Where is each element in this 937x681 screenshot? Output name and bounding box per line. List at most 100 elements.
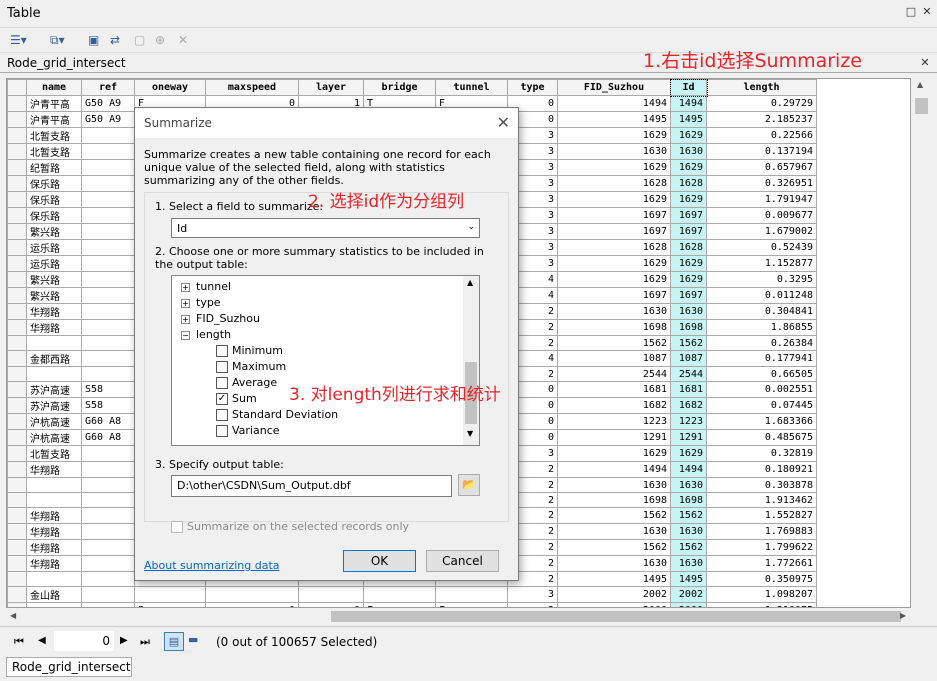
statistic-option[interactable]: Average <box>216 376 277 389</box>
table-cell[interactable]: 1630 <box>670 303 707 320</box>
table-cell[interactable]: 运乐路 <box>26 239 82 256</box>
column-header[interactable]: name <box>26 79 82 96</box>
table-cell[interactable]: G60 A8 <box>81 429 135 446</box>
table-cell[interactable]: 1629 <box>670 255 707 272</box>
statistic-option[interactable]: Variance <box>216 424 280 437</box>
expand-icon[interactable]: + <box>181 298 190 308</box>
table-cell[interactable] <box>81 477 135 493</box>
table-cell[interactable]: 0.32819 <box>706 445 817 462</box>
table-tab-title[interactable]: Rode_grid_intersect <box>7 56 126 70</box>
table-cell[interactable]: 1697 <box>670 207 707 224</box>
statistic-checkbox[interactable]: ✓ <box>216 393 228 405</box>
table-cell[interactable]: 金山路 <box>26 586 82 603</box>
table-cell[interactable]: 1629 <box>670 127 707 144</box>
table-cell[interactable] <box>81 191 135 208</box>
table-cell[interactable]: 1697 <box>557 287 671 304</box>
table-cell[interactable]: 2002 <box>557 586 671 603</box>
table-cell[interactable]: 0.011248 <box>706 287 817 304</box>
tree-scroll-up-icon[interactable]: ▲ <box>467 278 473 287</box>
collapse-icon[interactable]: − <box>181 330 190 340</box>
table-cell[interactable]: 1630 <box>557 477 671 493</box>
table-cell[interactable]: 1629 <box>670 159 707 176</box>
table-cell[interactable]: G50 A9 <box>81 111 135 128</box>
table-cell[interactable] <box>81 523 135 540</box>
table-cell[interactable]: 1697 <box>557 223 671 240</box>
row-selector[interactable] <box>7 461 27 478</box>
row-selector[interactable] <box>7 159 27 176</box>
table-cell[interactable]: 1562 <box>670 507 707 524</box>
folder-icon[interactable]: 📂 <box>458 474 480 496</box>
table-cell[interactable]: 1562 <box>557 539 671 556</box>
table-cell[interactable]: 华翔路 <box>26 461 82 478</box>
scroll-right-icon[interactable]: ▶ <box>900 611 906 620</box>
clear-selection-icon[interactable]: ▢ <box>134 32 145 49</box>
table-cell[interactable]: 沪杭高速 <box>26 429 82 446</box>
table-cell[interactable] <box>298 586 364 603</box>
row-selector[interactable] <box>7 539 27 556</box>
next-record-icon[interactable]: ▶ <box>120 635 128 646</box>
table-cell[interactable]: 0.137194 <box>706 143 817 160</box>
column-header[interactable]: type <box>507 79 558 96</box>
table-cell[interactable]: 1629 <box>670 191 707 208</box>
table-cell[interactable] <box>81 239 135 256</box>
table-cell[interactable]: 1.552827 <box>706 507 817 524</box>
table-cell[interactable]: 运乐路 <box>26 255 82 272</box>
row-selector[interactable] <box>7 381 27 398</box>
expand-icon[interactable]: + <box>181 314 190 324</box>
row-selector[interactable] <box>7 255 27 272</box>
table-cell[interactable]: 保乐路 <box>26 207 82 224</box>
table-cell[interactable]: 1494 <box>670 461 707 478</box>
table-cell[interactable]: 0.177941 <box>706 350 817 367</box>
table-cell[interactable]: 苏沪高速 <box>26 381 82 398</box>
table-cell[interactable] <box>81 539 135 556</box>
column-header[interactable]: ref <box>81 79 135 96</box>
row-selector[interactable] <box>7 429 27 446</box>
table-cell[interactable]: 1562 <box>670 335 707 351</box>
table-cell[interactable]: 1629 <box>557 255 671 272</box>
table-cell[interactable] <box>435 586 508 603</box>
table-cell[interactable]: 1697 <box>670 287 707 304</box>
table-cell[interactable] <box>26 477 82 493</box>
table-cell[interactable]: 保乐路 <box>26 175 82 192</box>
column-header[interactable]: tunnel <box>435 79 508 96</box>
vertical-scrollbar[interactable]: ▲ <box>913 78 930 608</box>
table-cell[interactable] <box>81 207 135 224</box>
row-selector[interactable] <box>7 223 27 240</box>
table-cell[interactable] <box>81 492 135 508</box>
table-cell[interactable]: 0.180921 <box>706 461 817 478</box>
column-header[interactable]: length <box>706 79 817 96</box>
table-cell[interactable] <box>81 255 135 272</box>
table-cell[interactable]: 1630 <box>670 523 707 540</box>
statistic-option[interactable]: Minimum <box>216 344 283 357</box>
table-cell[interactable]: 繁兴路 <box>26 287 82 304</box>
selected-only-option[interactable]: Summarize on the selected records only <box>171 520 409 533</box>
ok-button[interactable]: OK <box>343 550 416 572</box>
table-cell[interactable]: 1494 <box>557 461 671 478</box>
row-selector[interactable] <box>7 413 27 430</box>
about-summarizing-link[interactable]: About summarizing data <box>144 559 280 572</box>
table-cell[interactable]: 1.791947 <box>706 191 817 208</box>
table-cell[interactable]: S58 <box>81 397 135 414</box>
last-record-icon[interactable]: ⏭ <box>140 635 150 649</box>
show-all-records-icon[interactable]: ▤ <box>164 632 184 651</box>
table-cell[interactable]: 1562 <box>557 507 671 524</box>
table-cell[interactable]: 1630 <box>670 477 707 493</box>
row-selector[interactable] <box>7 111 27 128</box>
row-selector[interactable] <box>7 523 27 540</box>
table-cell[interactable]: 0.26384 <box>706 335 817 351</box>
table-cell[interactable]: 1494 <box>557 95 671 112</box>
table-row[interactable]: 金山路 3 2002 2002 1.098207 <box>7 586 817 603</box>
row-selector[interactable] <box>7 319 27 336</box>
table-cell[interactable]: 北暂支路 <box>26 445 82 462</box>
table-cell[interactable]: 华翔路 <box>26 539 82 556</box>
row-selector[interactable] <box>7 586 27 603</box>
row-selector[interactable] <box>7 492 27 508</box>
table-cell[interactable]: 1628 <box>670 175 707 192</box>
table-cell[interactable]: 1495 <box>670 571 707 587</box>
restore-icon[interactable]: □ <box>904 5 918 19</box>
table-cell[interactable]: 1628 <box>557 239 671 256</box>
table-cell[interactable] <box>81 223 135 240</box>
table-cell[interactable]: 1697 <box>670 223 707 240</box>
table-cell[interactable]: 1628 <box>670 239 707 256</box>
table-cell[interactable]: 沪杭高速 <box>26 413 82 430</box>
